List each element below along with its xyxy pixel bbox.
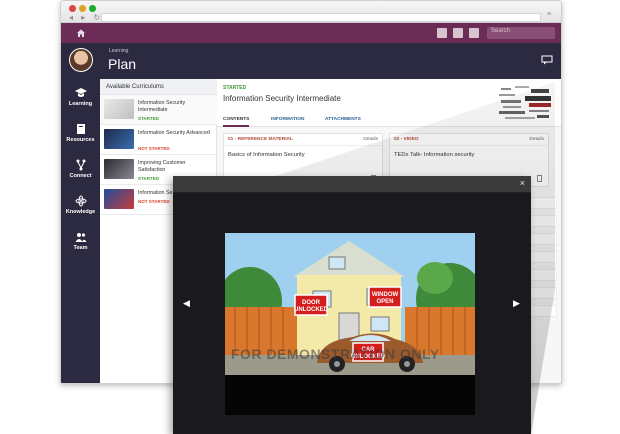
curriculum-heading: Available Curriculums (100, 79, 217, 95)
atom-icon (75, 195, 86, 207)
curriculum-status: STARTED (138, 116, 159, 121)
card-title: TEDx Talk- Information security (394, 152, 475, 158)
browser-nav-arrows-icon[interactable]: ◂ ▸ ↻ (69, 13, 103, 22)
card-details-link[interactable]: Details (529, 137, 544, 142)
word-cloud-image (495, 82, 557, 126)
curriculum-status: NOT STARTED (138, 199, 170, 204)
browser-menu-icon[interactable]: ≡ (547, 11, 555, 19)
detail-title: Information Security Intermediate (223, 94, 341, 103)
tab-contents[interactable]: CONTENTS (223, 113, 250, 127)
sign-door-line1: DOOR (302, 300, 321, 306)
curriculum-thumbnail (104, 159, 134, 179)
sidebar-item-learning[interactable]: Learning (61, 83, 100, 117)
tab-information[interactable]: INFORMATION (271, 113, 304, 127)
card-kind: 02 - VIDEO (394, 137, 419, 142)
breadcrumb[interactable]: Learning (109, 48, 128, 54)
overlay-toolbar: × (173, 176, 531, 193)
page-header: Learning Plan (61, 43, 561, 79)
branch-icon (76, 159, 85, 171)
sidebar-item-label: Resources (66, 137, 95, 143)
curriculum-thumbnail (104, 189, 134, 209)
document-icon[interactable] (537, 175, 542, 182)
curriculum-name: Information Security Advanced (138, 130, 210, 136)
demo-watermark: FOR DEMONSTRATION ONLY (231, 346, 440, 362)
sidebar-item-knowledge[interactable]: Knowledge (61, 191, 100, 225)
close-icon[interactable]: × (520, 178, 525, 188)
browser-chrome: ◂ ▸ ↻ ≡ (61, 1, 561, 23)
sidebar-item-label: Team (73, 245, 88, 251)
sidebar-item-label: Learning (68, 101, 93, 107)
team-icon (75, 233, 86, 242)
card-details-link[interactable]: Details (363, 137, 378, 142)
previous-arrow-icon[interactable]: ◀ (183, 298, 190, 309)
maximize-window-button[interactable] (89, 5, 96, 12)
detail-header: STARTED Information Security Intermediat… (217, 79, 561, 127)
side-navigation: Learning Resources Connect Knowledge Tea… (61, 79, 100, 383)
sidebar-item-team[interactable]: Team (61, 227, 100, 261)
home-icon[interactable] (76, 28, 86, 38)
sign-window-line2: OPEN (376, 299, 393, 305)
next-arrow-icon[interactable]: ▶ (513, 298, 520, 309)
sidebar-item-connect[interactable]: Connect (61, 155, 100, 189)
sign-window-line1: WINDOW (372, 292, 399, 298)
page-title: Plan (108, 56, 137, 72)
card-header: 02 - VIDEO Details (390, 134, 548, 146)
sidebar-item-label: Knowledge (65, 209, 96, 215)
curriculum-item[interactable]: Information Security Intermediate STARTE… (100, 95, 217, 125)
search-input[interactable]: Search (487, 27, 555, 39)
user-switch-icon[interactable] (453, 28, 463, 38)
detail-status: STARTED (223, 85, 247, 91)
sign-door-line2: UNLOCKED (294, 307, 329, 313)
curriculum-thumbnail (104, 129, 134, 149)
close-window-button[interactable] (69, 5, 76, 12)
address-bar[interactable] (101, 13, 541, 22)
curriculum-thumbnail (104, 99, 134, 119)
curriculum-item[interactable]: Information Security Advanced NOT STARTE… (100, 125, 217, 155)
curriculum-name: Information Security Intermediate (138, 100, 186, 113)
video-overlay: × ◀ ▶ DOOR UNLOCKED WINDOW OPEN CAR UNLO… (173, 176, 531, 434)
app-top-bar: Search (61, 23, 561, 43)
avatar[interactable] (69, 48, 93, 72)
card-title: Basics of Information Security (228, 152, 305, 158)
profile-icon[interactable] (469, 28, 479, 38)
card-header: 01 - REFERENCE MATERIAL Details (224, 134, 382, 146)
curriculum-status: NOT STARTED (138, 146, 170, 151)
book-icon (76, 124, 85, 134)
product-showcase: ◂ ▸ ↻ ≡ Search Learning Plan Learning Re… (0, 0, 620, 434)
tab-attachments[interactable]: ATTACHMENTS (325, 113, 361, 127)
search-placeholder: Search (491, 28, 511, 34)
sidebar-item-resources[interactable]: Resources (61, 119, 100, 153)
message-icon[interactable] (541, 55, 553, 65)
minimize-window-button[interactable] (79, 5, 86, 12)
video-controls-area[interactable] (225, 375, 475, 415)
video-frame[interactable]: DOOR UNLOCKED WINDOW OPEN CAR UNLOCKED F… (225, 233, 475, 375)
sidebar-item-label: Connect (69, 173, 92, 179)
curriculum-status: STARTED (138, 176, 159, 181)
curriculum-name: Improving Customer Satisfaction (138, 160, 186, 173)
notes-icon[interactable] (437, 28, 447, 38)
card-kind: 01 - REFERENCE MATERIAL (228, 137, 293, 142)
graduation-cap-icon (74, 88, 87, 97)
